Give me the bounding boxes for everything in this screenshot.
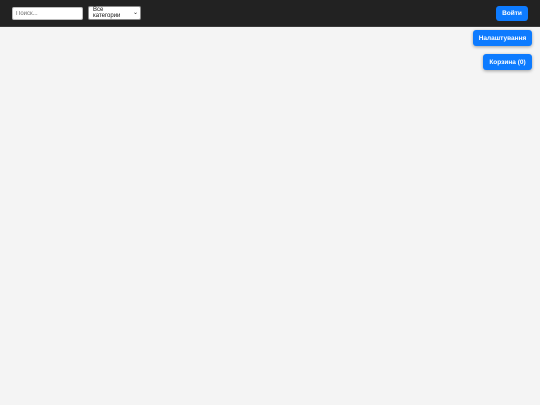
chevron-down-icon: ⌄ <box>132 10 138 16</box>
main-content-area <box>0 27 540 405</box>
category-select-value: Все категории <box>93 7 121 19</box>
login-button[interactable]: Войти <box>496 6 528 21</box>
top-bar: Все категории ⌄ Войти <box>0 0 540 27</box>
category-select[interactable]: Все категории ⌄ <box>88 6 141 20</box>
search-input[interactable] <box>12 7 83 20</box>
cart-button[interactable]: Корзина (0) <box>483 54 532 70</box>
settings-button[interactable]: Налаштування <box>473 30 532 46</box>
